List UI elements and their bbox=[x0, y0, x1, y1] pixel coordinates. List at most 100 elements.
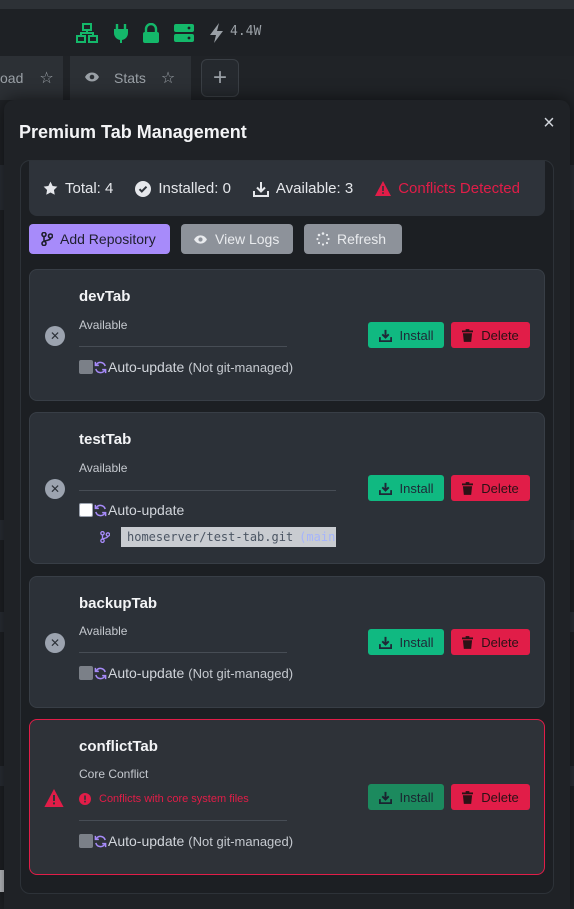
refresh-button[interactable]: Refresh bbox=[304, 224, 402, 254]
install-button[interactable]: Install bbox=[368, 629, 444, 655]
delete-label: Delete bbox=[481, 789, 519, 805]
delete-label: Delete bbox=[481, 327, 519, 343]
close-icon[interactable]: × bbox=[538, 112, 560, 134]
install-label: Install bbox=[399, 327, 434, 343]
tab-management-modal: Premium Tab Management × Total: 4 Instal… bbox=[4, 100, 570, 909]
plug-icon[interactable] bbox=[109, 22, 133, 44]
action-toolbar: Add Repository View Logs Refresh bbox=[29, 224, 413, 254]
network-icon[interactable] bbox=[75, 22, 99, 44]
delete-label: Delete bbox=[481, 634, 519, 650]
tab-label: Stats bbox=[114, 70, 146, 86]
install-label: Install bbox=[399, 789, 434, 805]
tab-card-testtab: ✕ testTab Available Auto-update homeserv… bbox=[29, 412, 545, 564]
sync-icon bbox=[94, 361, 107, 373]
spinner-icon bbox=[316, 232, 330, 246]
refresh-label: Refresh bbox=[337, 231, 387, 247]
tab-status: Available bbox=[79, 318, 128, 332]
eye-icon bbox=[84, 70, 100, 86]
trash-icon bbox=[462, 790, 474, 804]
auto-update-row: Auto-update (Not git-managed) bbox=[79, 833, 293, 849]
download-icon bbox=[378, 636, 392, 649]
warning-icon bbox=[44, 789, 64, 807]
star-icon[interactable]: ☆ bbox=[161, 68, 175, 88]
trash-icon bbox=[462, 328, 474, 342]
auto-update-checkbox[interactable] bbox=[79, 834, 93, 848]
delete-button[interactable]: Delete bbox=[451, 475, 530, 501]
x-circle-icon: ✕ bbox=[45, 479, 65, 499]
divider bbox=[79, 820, 287, 821]
conflict-error: Conflicts with core system files bbox=[79, 793, 249, 805]
modal-title: Premium Tab Management bbox=[19, 122, 247, 142]
tab-name: devTab bbox=[79, 288, 131, 305]
auto-update-label: Auto-update bbox=[108, 502, 185, 518]
tab-name: testTab bbox=[79, 431, 132, 448]
git-branch-icon bbox=[100, 531, 110, 543]
stat-conflicts: Conflicts Detected bbox=[375, 180, 520, 197]
lock-icon[interactable] bbox=[139, 22, 163, 44]
download-icon bbox=[378, 791, 392, 804]
view-logs-label: View Logs bbox=[215, 231, 280, 247]
git-note: (Not git-managed) bbox=[188, 833, 294, 849]
stat-total-label: Total: 4 bbox=[65, 180, 114, 197]
stats-bar: Total: 4 Installed: 0 Available: 3 Confl… bbox=[29, 161, 545, 216]
tab-card-devtab: ✕ devTab Available Auto-update (Not git-… bbox=[29, 269, 545, 401]
tab-label: oad bbox=[0, 70, 24, 86]
repo-url: homeserver/test-tab.git (main) bbox=[121, 527, 336, 547]
tab-status: Available bbox=[79, 461, 128, 475]
delete-button[interactable]: Delete bbox=[451, 322, 530, 348]
warning-icon bbox=[375, 181, 392, 196]
tab-name: conflictTab bbox=[79, 738, 158, 755]
stat-installed: Installed: 0 bbox=[135, 180, 231, 197]
install-button[interactable]: Install bbox=[368, 322, 444, 348]
install-button[interactable]: Install bbox=[368, 475, 444, 501]
install-button[interactable]: Install bbox=[368, 784, 444, 810]
check-circle-icon bbox=[135, 180, 152, 197]
tab-stats[interactable]: Stats ☆ bbox=[70, 56, 191, 100]
git-branch-icon bbox=[41, 232, 53, 246]
tab-status: Available bbox=[79, 624, 128, 638]
tab-card-backuptab: ✕ backupTab Available Auto-update (Not g… bbox=[29, 576, 545, 708]
auto-update-checkbox[interactable] bbox=[79, 666, 93, 680]
auto-update-label: Auto-update bbox=[108, 359, 185, 375]
divider bbox=[79, 652, 287, 653]
git-note: (Not git-managed) bbox=[188, 359, 294, 375]
download-icon bbox=[378, 482, 392, 495]
git-note: (Not git-managed) bbox=[188, 665, 294, 681]
sync-icon bbox=[94, 504, 107, 516]
trash-icon bbox=[462, 481, 474, 495]
auto-update-row: Auto-update (Not git-managed) bbox=[79, 359, 293, 375]
auto-update-checkbox[interactable] bbox=[79, 360, 93, 374]
repo-branch: (main) bbox=[299, 530, 336, 544]
stat-installed-label: Installed: 0 bbox=[158, 180, 231, 197]
modal-content: Total: 4 Installed: 0 Available: 3 Confl… bbox=[20, 160, 554, 894]
delete-button[interactable]: Delete bbox=[451, 629, 530, 655]
auto-update-row: Auto-update bbox=[79, 502, 184, 518]
stat-available-label: Available: 3 bbox=[275, 180, 354, 197]
tab-name: backupTab bbox=[79, 595, 158, 612]
divider bbox=[79, 490, 336, 491]
view-logs-button[interactable]: View Logs bbox=[181, 224, 293, 254]
tab-download[interactable]: oad ☆ bbox=[0, 56, 63, 100]
delete-button[interactable]: Delete bbox=[451, 784, 530, 810]
install-label: Install bbox=[399, 480, 434, 496]
repo-row: homeserver/test-tab.git (main) bbox=[100, 527, 336, 547]
add-repository-label: Add Repository bbox=[60, 231, 156, 247]
window-top-edge bbox=[0, 0, 574, 9]
conflict-error-text: Conflicts with core system files bbox=[99, 793, 249, 805]
server-icon[interactable] bbox=[172, 22, 196, 44]
stat-conflicts-label: Conflicts Detected bbox=[398, 180, 520, 197]
add-tab-button[interactable]: + bbox=[201, 59, 239, 97]
eye-icon bbox=[194, 234, 207, 244]
add-repository-button[interactable]: Add Repository bbox=[29, 224, 170, 254]
stat-total: Total: 4 bbox=[43, 180, 113, 197]
bolt-icon bbox=[205, 22, 229, 44]
sync-icon bbox=[94, 835, 107, 847]
tab-card-conflicttab: conflictTab Core Conflict Conflicts with… bbox=[29, 719, 545, 875]
sync-icon bbox=[94, 667, 107, 679]
star-icon[interactable]: ☆ bbox=[39, 68, 53, 88]
auto-update-label: Auto-update bbox=[108, 665, 185, 681]
auto-update-label: Auto-update bbox=[108, 833, 185, 849]
divider bbox=[79, 346, 287, 347]
download-icon bbox=[252, 181, 269, 197]
auto-update-checkbox[interactable] bbox=[79, 503, 93, 517]
